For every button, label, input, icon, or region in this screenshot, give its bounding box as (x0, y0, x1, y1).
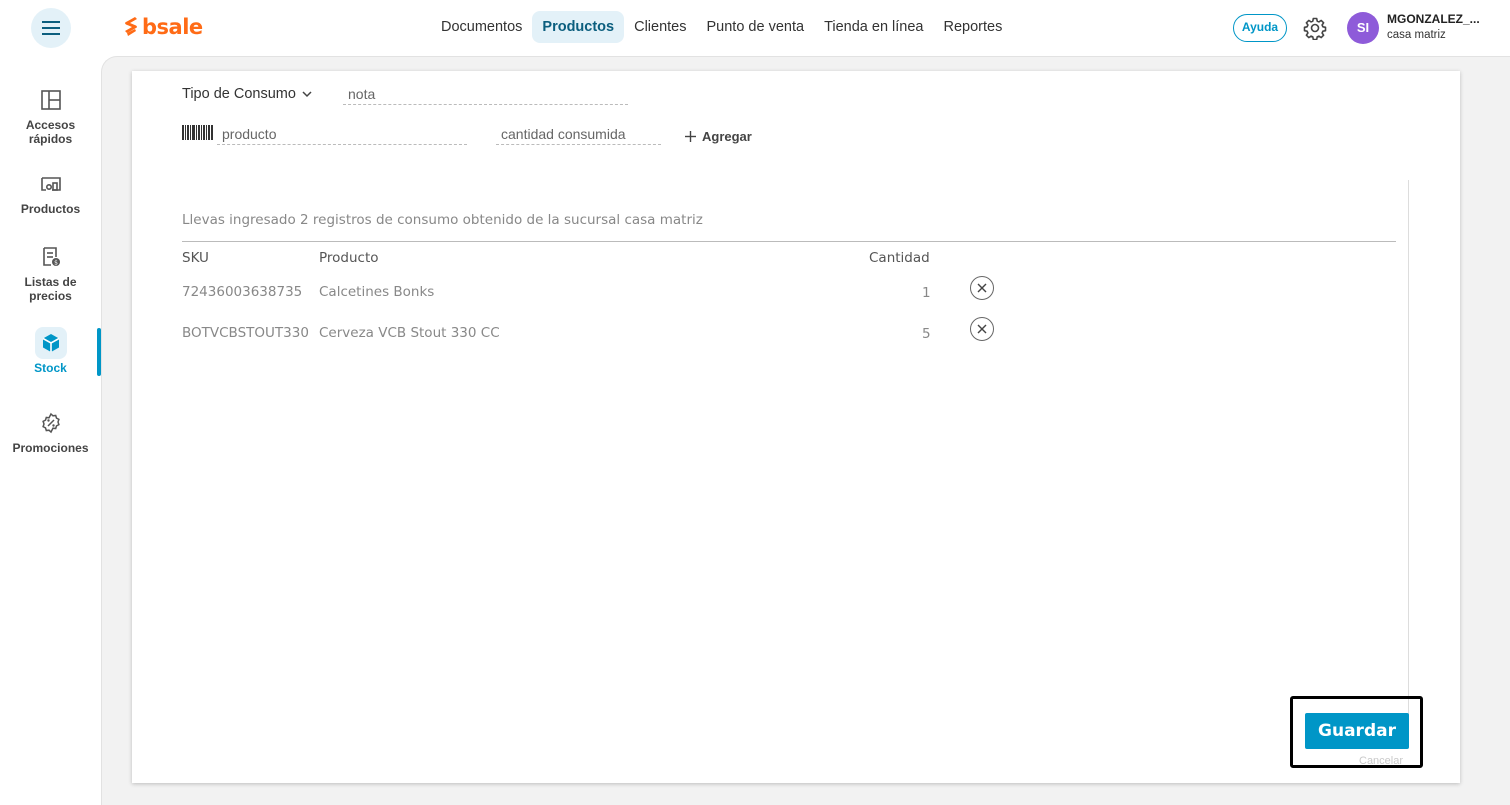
price-list-icon: $ (35, 241, 67, 273)
agregar-label: Agregar (702, 129, 752, 144)
producto-input[interactable]: producto (217, 126, 467, 145)
close-icon (977, 283, 987, 293)
tipo-consumo-dropdown[interactable]: Tipo de Consumo (182, 86, 312, 102)
menu-button[interactable] (31, 8, 71, 48)
svg-text:$: $ (54, 260, 58, 267)
logo-text: bsale (142, 15, 203, 39)
row-producto: Cerveza VCB Stout 330 CC (319, 325, 500, 341)
sidebar-item-stock[interactable]: Stock (0, 327, 101, 375)
top-bar: bsale Documentos Productos Clientes Punt… (0, 0, 1510, 56)
nav-tienda-en-linea[interactable]: Tienda en línea (814, 11, 933, 43)
gear-icon (1303, 17, 1327, 41)
column-header-sku: SKU (182, 250, 209, 266)
divider (1408, 180, 1409, 740)
delete-row-button[interactable] (970, 276, 994, 300)
settings-button[interactable] (1303, 16, 1327, 41)
sidebar-item-label: Promociones (12, 441, 89, 455)
sidebar-item-label: Stock (34, 361, 67, 375)
column-header-producto: Producto (319, 250, 379, 266)
close-icon (977, 324, 987, 334)
consumption-card (132, 71, 1460, 783)
sidebar-item-promociones[interactable]: Promociones (0, 407, 101, 455)
nav-reportes[interactable]: Reportes (934, 11, 1013, 43)
row-producto: Calcetines Bonks (319, 284, 435, 300)
row-sku: BOTVCBSTOUT330 (182, 325, 309, 341)
summary-text: Llevas ingresado 2 registros de consumo … (182, 212, 703, 228)
row-cantidad: 5 (922, 326, 931, 342)
nav-clientes[interactable]: Clientes (624, 11, 696, 43)
table-divider (182, 241, 1396, 242)
help-button[interactable]: Ayuda (1233, 14, 1287, 42)
chevron-down-icon (302, 91, 312, 98)
nota-input[interactable]: nota (343, 86, 628, 105)
nav-productos[interactable]: Productos (532, 11, 625, 43)
cantidad-consumida-input[interactable]: cantidad consumida (496, 126, 661, 145)
layout-icon (35, 84, 67, 116)
sidebar-item-label: Listas de precios (24, 275, 77, 303)
row-sku: 72436003638735 (182, 284, 303, 300)
avatar[interactable]: SI (1347, 12, 1379, 44)
bsale-logo[interactable]: bsale (123, 15, 203, 39)
sidebar-item-listas-de-precios[interactable]: $ Listas de precios (0, 241, 101, 303)
box-icon (34, 327, 67, 359)
delete-row-button[interactable] (970, 317, 994, 341)
promo-icon (35, 407, 67, 439)
hamburger-icon (42, 21, 60, 35)
tipo-consumo-label: Tipo de Consumo (182, 86, 296, 102)
cancel-button[interactable]: Cancelar (1359, 755, 1403, 765)
logo-mark-icon (125, 17, 137, 36)
agregar-button[interactable]: Agregar (685, 129, 752, 144)
user-branch: casa matriz (1387, 29, 1446, 41)
sidebar: Accesos rápidos Productos $ Listas de pr… (0, 56, 101, 805)
user-name[interactable]: MGONZALEZ_... (1387, 12, 1480, 26)
barcode-icon (182, 125, 213, 140)
sidebar-item-label: Productos (20, 202, 81, 216)
sidebar-item-productos[interactable]: Productos (0, 168, 101, 216)
sidebar-item-accesos-rapidos[interactable]: Accesos rápidos (0, 84, 101, 146)
products-icon (35, 168, 67, 200)
row-cantidad: 1 (922, 285, 931, 301)
nav-punto-de-venta[interactable]: Punto de venta (697, 11, 815, 43)
plus-icon (685, 131, 696, 142)
main-nav: Documentos Productos Clientes Punto de v… (431, 11, 1012, 43)
sidebar-item-label: Accesos rápidos (25, 118, 76, 146)
nav-documentos[interactable]: Documentos (431, 11, 532, 43)
save-button[interactable]: Guardar (1305, 713, 1409, 749)
column-header-cantidad: Cantidad (869, 250, 930, 266)
